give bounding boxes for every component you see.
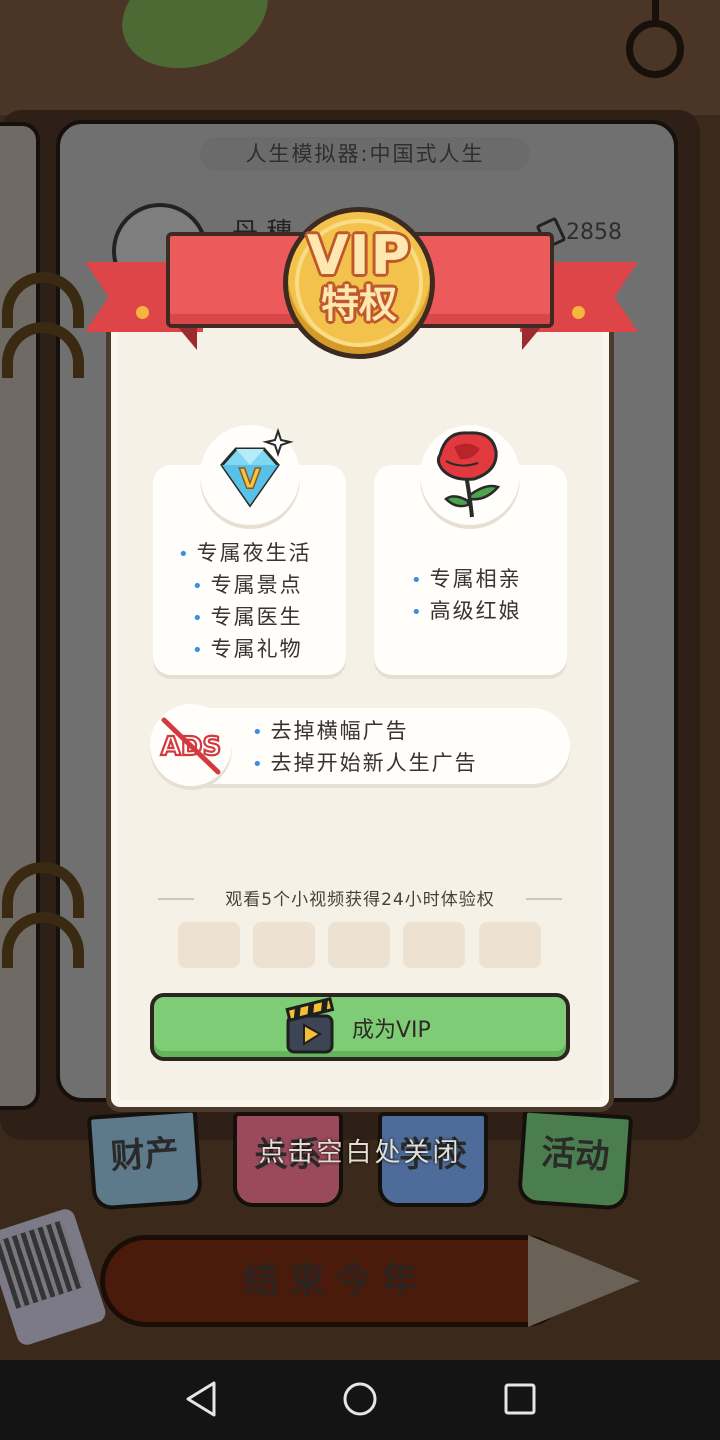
video-progress-slot: [253, 922, 315, 968]
benefit-item: 专属夜生活: [178, 538, 312, 570]
nightlife-benefit-list: 专属夜生活 专属景点 专属医生 专属礼物: [178, 538, 312, 666]
become-vip-label: 成为VIP: [352, 1018, 431, 1043]
money-value: 2858: [566, 220, 622, 245]
diamond-icon-holder: V: [200, 425, 300, 525]
qr-code-icon: [0, 1220, 83, 1309]
benefit-item: 专属礼物: [192, 634, 312, 666]
vip-badge-title: VIP: [306, 224, 412, 287]
diamond-letter: V: [239, 462, 261, 495]
page-title: 人生模拟器:中国式人生: [245, 142, 485, 166]
remove-ads-list: 去掉横幅广告 去掉开始新人生广告: [252, 716, 478, 780]
benefit-item: 高级红娘: [411, 596, 522, 628]
diamond-v-icon: V: [220, 427, 294, 508]
matchmaking-benefit-list: 专属相亲 高级红娘: [411, 564, 522, 628]
home-icon[interactable]: [342, 1381, 378, 1417]
ribbon-dot: [136, 306, 149, 319]
divider-line: [526, 898, 562, 900]
rose-icon-holder: [420, 425, 520, 525]
no-ads-icon: ADS: [160, 717, 222, 775]
video-progress-slot: [479, 922, 541, 968]
divider-line: [158, 898, 194, 900]
trial-description: 观看5个小视频获得24小时体验权: [225, 890, 495, 910]
hanger-ring: [626, 20, 684, 78]
video-progress-slot: [178, 922, 240, 968]
video-progress-slot: [403, 922, 465, 968]
ribbon-dot: [572, 306, 585, 319]
end-year-label: 结束今年: [242, 1260, 427, 1301]
no-ads-icon-holder: ADS: [150, 704, 232, 786]
tap-outside-close-hint[interactable]: 点击空白处关闭: [0, 1132, 720, 1169]
vip-badge-subtitle: 特权: [320, 282, 397, 326]
benefit-item: 专属医生: [192, 602, 312, 634]
qr-code-card[interactable]: [0, 1206, 108, 1348]
back-icon[interactable]: [184, 1380, 218, 1418]
rose-icon: [436, 431, 501, 518]
benefit-item: 专属相亲: [411, 564, 522, 596]
top-bar: [0, 0, 720, 115]
benefit-item: 专属景点: [192, 570, 312, 602]
clapperboard-icon: [285, 997, 335, 1054]
benefit-item: 去掉横幅广告: [252, 716, 478, 748]
recents-icon[interactable]: [504, 1383, 536, 1415]
system-nav-bar: [0, 1360, 720, 1440]
benefit-item: 去掉开始新人生广告: [252, 748, 478, 780]
video-progress-slot: [328, 922, 390, 968]
